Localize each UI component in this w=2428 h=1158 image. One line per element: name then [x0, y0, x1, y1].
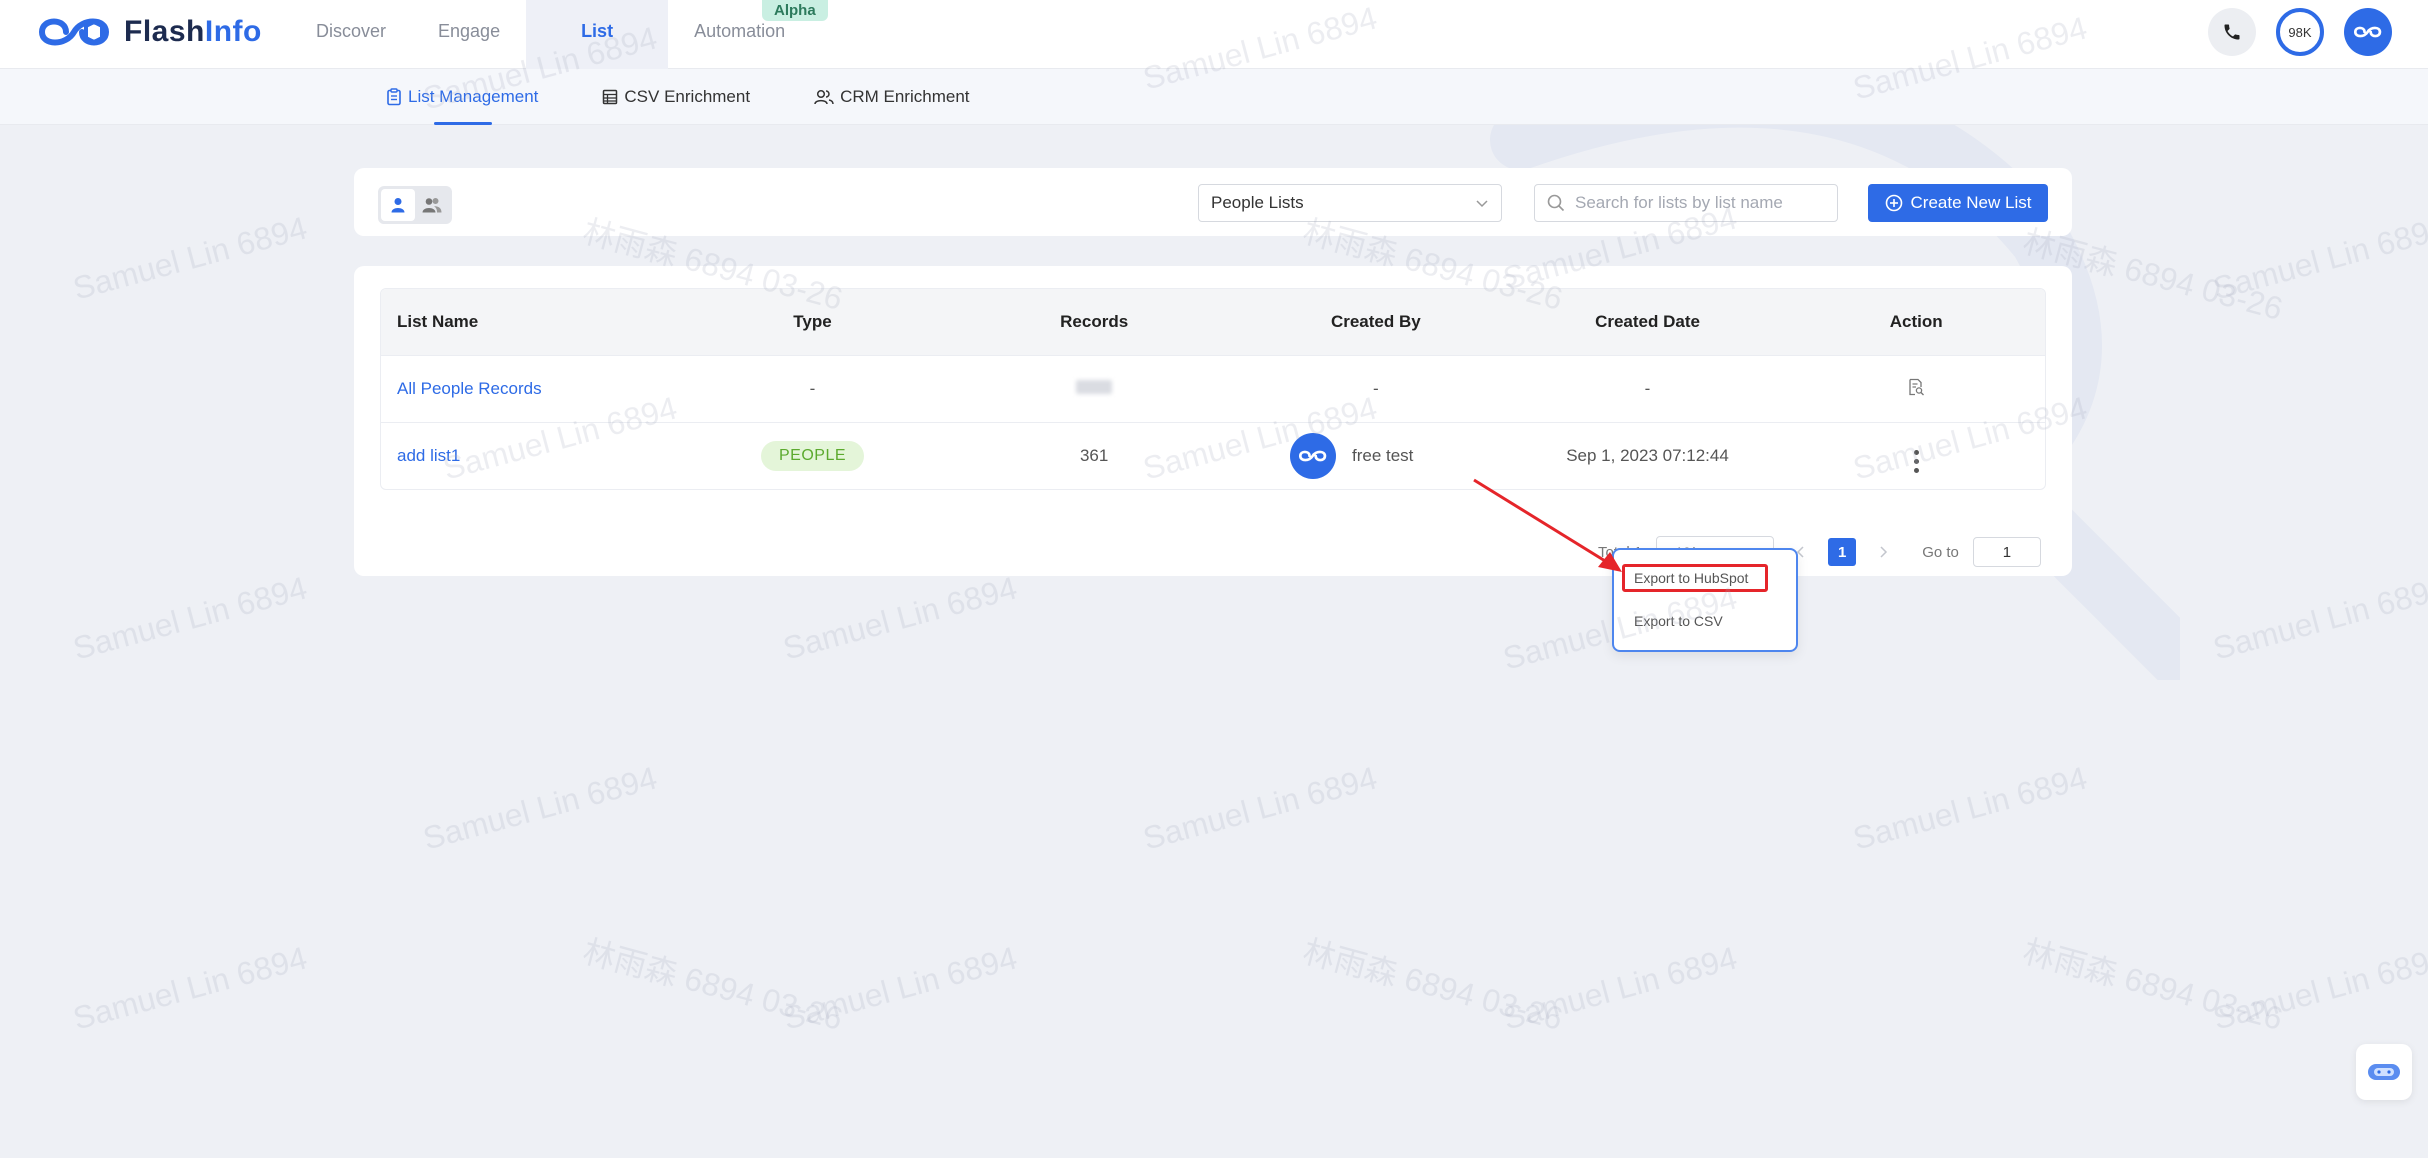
chevron-down-icon	[1476, 200, 1488, 208]
flashinfo-logo-icon	[2353, 26, 2382, 38]
nav-discover[interactable]: Discover	[290, 0, 412, 69]
creator-avatar	[1289, 433, 1336, 479]
watermark-text: Samuel Lin 6894	[69, 939, 311, 1037]
watermark-text: 林雨森 6894 03-26	[579, 933, 847, 1037]
page-number[interactable]: 1	[1828, 538, 1857, 566]
watermark-text: Samuel Lin 6894	[2209, 939, 2428, 1037]
type-cell: -	[809, 379, 816, 398]
tab-label: List Management	[408, 87, 539, 106]
flashinfo-logo-icon	[38, 18, 110, 46]
list-type-toggle	[378, 186, 452, 224]
sub-navigation: List Management CSV Enrichment CRM Enric…	[0, 69, 2428, 125]
blurred-records-value	[1076, 380, 1113, 394]
phone-icon	[2224, 24, 2240, 40]
search-field	[1534, 184, 1838, 222]
table-icon	[603, 89, 618, 105]
type-cell: PEOPLE	[681, 441, 945, 471]
tab-label: CSV Enrichment	[624, 87, 751, 106]
export-to-csv-item[interactable]: Export to CSV	[1634, 613, 1723, 629]
column-header: Created By	[1330, 312, 1421, 331]
watermark-text: Samuel Lin 6894	[779, 569, 1021, 667]
lists-table-card: List Name Type Records Created By Create…	[354, 266, 2072, 576]
header-actions: 98K	[2208, 8, 2392, 56]
table-row: All People Records - - -	[381, 355, 2045, 422]
list-name-link[interactable]: All People Records	[397, 379, 542, 398]
list-name-link[interactable]: add list1	[397, 446, 460, 465]
column-header: List Name	[397, 312, 479, 331]
annotation-highlight-box	[1622, 564, 1768, 592]
group-icon	[422, 198, 442, 213]
people-toggle-button[interactable]	[381, 189, 415, 221]
create-new-list-button[interactable]: Create New List	[1868, 184, 2048, 222]
watermark-text: 林雨森 6894 03-26	[1299, 933, 1567, 1037]
tab-label: CRM Enrichment	[840, 87, 970, 106]
watermark-text: Samuel Lin 6894	[2209, 569, 2428, 667]
nav-engage[interactable]: Engage	[412, 0, 526, 69]
users-icon	[814, 89, 834, 105]
records-cell: 361	[1079, 446, 1109, 465]
main-nav: Discover Engage List Automation	[290, 0, 811, 69]
more-vertical-icon[interactable]	[1913, 449, 1919, 473]
phone-button[interactable]	[2208, 8, 2256, 56]
creator-name: free test	[1351, 446, 1414, 465]
list-toolbar: People Lists Create New List	[354, 168, 2072, 236]
watermark-text: 林雨森 6894 03-26	[2019, 933, 2287, 1037]
watermark-text: Samuel Lin 6894	[1499, 939, 1741, 1037]
action-cell	[1787, 440, 2045, 473]
watermark-text: Samuel Lin 6894	[69, 569, 311, 667]
alpha-badge: Alpha	[762, 0, 828, 21]
chat-bot-icon	[2368, 1064, 2400, 1080]
column-header: Type	[793, 312, 832, 331]
table-header: List Name Type Records Created By Create…	[381, 289, 2045, 355]
person-icon	[391, 198, 405, 213]
select-value: People Lists	[1211, 193, 1304, 212]
search-icon	[1547, 194, 1565, 212]
created-by-cell: free test	[1244, 433, 1508, 479]
top-navigation-bar: FlashInfo Discover Engage List Automatio…	[0, 0, 2428, 69]
records-cell	[944, 379, 1244, 399]
lists-table: List Name Type Records Created By Create…	[380, 288, 2046, 490]
created-by-cell: -	[1372, 379, 1379, 398]
search-input[interactable]	[1575, 193, 1825, 213]
brand-name: FlashInfo	[124, 15, 262, 48]
action-cell	[1787, 378, 2045, 401]
watermark-text: Samuel Lin 6894	[419, 759, 661, 857]
nav-list[interactable]: List	[526, 0, 669, 69]
chat-support-button[interactable]	[2356, 1044, 2412, 1100]
watermark-text: Samuel Lin 6894	[1849, 759, 2091, 857]
column-header: Action	[1889, 312, 1943, 331]
flashinfo-logo-icon	[1298, 450, 1327, 462]
watermark-text: Samuel Lin 6894	[2209, 209, 2428, 307]
table-row: add list1 PEOPLE 361 free test Sep 1, 20…	[381, 422, 2045, 489]
created-date-cell: Sep 1, 2023 07:12:44	[1566, 446, 1729, 465]
watermark-text: Samuel Lin 6894	[1139, 759, 1381, 857]
plus-circle-icon	[1885, 194, 1902, 212]
credits-indicator[interactable]: 98K	[2276, 8, 2324, 56]
list-type-select[interactable]: People Lists	[1198, 184, 1502, 222]
tab-list-management[interactable]: List Management	[386, 69, 538, 125]
create-button-label: Create New List	[1910, 193, 2032, 212]
brand-logo[interactable]: FlashInfo	[36, 8, 262, 56]
type-tag: PEOPLE	[760, 441, 865, 471]
created-date-cell: -	[1644, 379, 1651, 398]
column-header: Records	[1060, 312, 1129, 331]
watermark-text: Samuel Lin 6894	[69, 209, 311, 307]
goto-page-input[interactable]	[1972, 537, 2041, 567]
tab-crm-enrichment[interactable]: CRM Enrichment	[814, 69, 970, 125]
clipboard-icon	[387, 88, 401, 106]
tab-csv-enrichment[interactable]: CSV Enrichment	[602, 69, 750, 125]
column-header: Created Date	[1595, 312, 1700, 331]
chevron-right-icon	[1880, 546, 1888, 558]
user-avatar-button[interactable]	[2344, 8, 2392, 56]
next-page-button[interactable]	[1870, 539, 1896, 565]
company-toggle-button[interactable]	[415, 189, 449, 221]
watermark-text: Samuel Lin 6894	[779, 939, 1021, 1037]
view-record-icon[interactable]	[1907, 378, 1925, 396]
goto-label: Go to	[1922, 543, 1959, 561]
